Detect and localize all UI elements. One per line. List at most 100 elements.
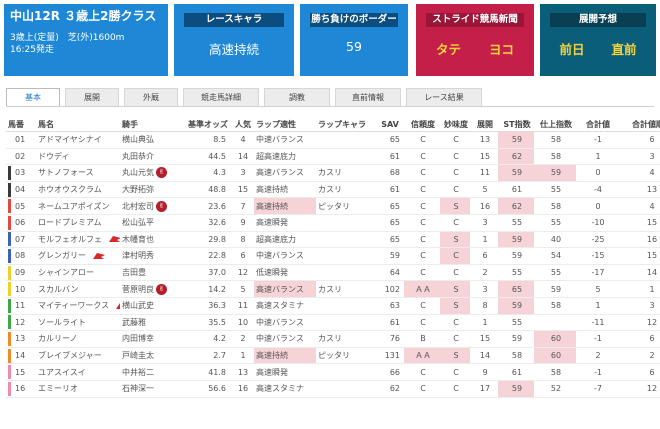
- forecast-previous-day-link[interactable]: 前日: [559, 39, 584, 58]
- horse-name-link[interactable]: マイティーワークス: [38, 301, 109, 310]
- table-row[interactable]: 07 モルフェオルフェ 木幡育也 29.8 8 超高速底力 65 C S 1 59 40 -25 16: [6, 231, 660, 249]
- table-row[interactable]: 06 ロードプレミアム 松山弘平 32.6 9 高速瞬発 65 C C 3 55 55 -10 15: [6, 214, 660, 232]
- col-header-number[interactable]: 馬番: [6, 118, 36, 132]
- col-header-value[interactable]: 妙味度: [440, 118, 470, 132]
- col-header-horse[interactable]: 馬名: [36, 118, 120, 132]
- tab-basic[interactable]: 基本: [6, 88, 60, 106]
- cell-fin: 40: [534, 231, 576, 249]
- col-header-jockey[interactable]: 騎手: [120, 118, 184, 132]
- col-header-total-rank[interactable]: 合計値順位: [618, 118, 660, 132]
- col-header-sav[interactable]: SAV: [374, 118, 404, 132]
- col-header-popularity[interactable]: 人気: [230, 118, 254, 132]
- cell-odds: 36.3: [184, 297, 230, 315]
- cell-sum: -15: [576, 247, 618, 265]
- horse-name-link[interactable]: ドウディ: [38, 152, 69, 161]
- cell-rank: 15: [618, 214, 660, 232]
- gate-color-marker: [8, 315, 15, 330]
- cell-name: アドマイヤシナイ: [36, 131, 120, 149]
- table-row[interactable]: 16 エミーリオ 石神深一 56.6 16 高速スタミナ 62 C C 17 59 52 -7 12: [6, 380, 660, 398]
- table-row[interactable]: 13 カルリーノ 内田博幸 4.2 2 中速バランス カスリ 76 B C 15 59 60 -1 6: [6, 330, 660, 348]
- table-row[interactable]: 02 ドウディ 丸田恭介 44.5 14 超高速底力 61 C C 15 62 58 1 3: [6, 148, 660, 166]
- cell-rank: 3: [618, 148, 660, 166]
- col-header-st-index[interactable]: ST指数: [498, 118, 534, 132]
- cell-dev: 15: [470, 330, 498, 348]
- table-row[interactable]: 12 ソールライト 武藤雅 35.5 10 中速バランス 61 C C 1 55 -11 12: [6, 314, 660, 332]
- tab-training[interactable]: 調教: [264, 88, 330, 106]
- stride-tate-link[interactable]: タテ: [436, 39, 461, 58]
- cell-name: モルフェオルフェ: [36, 231, 120, 249]
- table-row[interactable]: 04 ホウオウスクラム 大野拓弥 48.8 15 高速持続 カスリ 61 C C 5 61 55 -4 13: [6, 181, 660, 199]
- cell-trust: ＡＡ: [404, 280, 440, 298]
- cell-no: 08: [6, 247, 36, 265]
- jockey-name: 内田博幸: [122, 334, 154, 344]
- tab-outside-stable[interactable]: 外厩: [124, 88, 178, 106]
- cell-no: 02: [6, 148, 36, 166]
- cell-value: C: [440, 148, 470, 166]
- victory-hand-icon: ✌: [156, 283, 167, 295]
- cell-no: 16: [6, 380, 36, 398]
- table-row[interactable]: 01 アドマイヤシナイ 横山典弘 8.5 4 中速バランス 65 C C 13 59 58 -1 6: [6, 131, 660, 149]
- tab-horse-detail[interactable]: 競走馬詳細: [183, 88, 259, 106]
- horse-name-link[interactable]: サトノフォース: [38, 168, 94, 177]
- cell-dev: 5: [470, 181, 498, 199]
- col-header-development[interactable]: 展開: [470, 118, 498, 132]
- cell-dev: 3: [470, 214, 498, 232]
- stride-yoko-link[interactable]: ヨコ: [489, 39, 514, 58]
- horse-name-link[interactable]: エミーリオ: [38, 384, 78, 393]
- horse-name-link[interactable]: ユアスイスイ: [38, 368, 86, 377]
- horse-name-link[interactable]: モルフェオルフェ: [38, 235, 102, 244]
- cell-chara: ピッタリ: [316, 347, 374, 365]
- col-header-total[interactable]: 合計値: [576, 118, 618, 132]
- forecast-just-before-link[interactable]: 直前: [611, 39, 636, 58]
- horse-name-link[interactable]: ソールライト: [38, 318, 86, 327]
- horse-name-link[interactable]: スカルバン: [38, 285, 78, 294]
- horse-name-link[interactable]: ブレイブメジャー: [38, 351, 102, 360]
- table-row[interactable]: 09 シャインアロー 吉田豊 37.0 12 低速瞬発 64 C C 2 55 55 -17 14: [6, 264, 660, 282]
- table-row[interactable]: 08 グレンガリー 津村明秀 22.8 6 中速バランス 59 C C 6 59 54 -15 15: [6, 247, 660, 265]
- cell-fin: 52: [534, 380, 576, 398]
- cell-chara: ピッタリ: [316, 197, 374, 215]
- cell-name: サトノフォース: [36, 164, 120, 182]
- tab-latest-info[interactable]: 直前情報: [335, 88, 401, 106]
- gate-color-marker: [8, 149, 15, 164]
- table-row[interactable]: 03 サトノフォース 丸山元気 ✌ 4.3 3 高速バランス カスリ 68 C C 11 59 59 0 4: [6, 164, 660, 182]
- victory-hand-icon: ✌: [156, 167, 167, 179]
- table-row[interactable]: 05 ネームユアポイズン 北村宏司 ✌ 23.6 7 高速持続 ピッタリ 65 C S 16 62 58 0…: [6, 197, 660, 215]
- cell-no: 14: [6, 347, 36, 365]
- cell-trust: C: [404, 148, 440, 166]
- table-row[interactable]: 10 スカルバン 菅原明良 ✌ 14.2 5 高速バランス カスリ 102 ＡＡ S 3 65 59 5 1: [6, 280, 660, 298]
- cell-lap: 高速バランス: [254, 164, 316, 182]
- cell-name: ブレイブメジャー: [36, 347, 120, 365]
- col-header-odds[interactable]: 基準オッズ: [184, 118, 230, 132]
- cell-name: ホウオウスクラム: [36, 181, 120, 199]
- jockey-name: 菅原明良: [122, 284, 154, 294]
- tab-race-result[interactable]: レース結果: [406, 88, 482, 106]
- cell-fin: [534, 314, 576, 332]
- table-row[interactable]: 15 ユアスイスイ 中井裕二 41.8 13 高速瞬発 66 C C 9 61 58 -1 6: [6, 363, 660, 381]
- cell-rank: 3: [618, 297, 660, 315]
- cell-jockey: 丸山元気 ✌: [120, 164, 184, 182]
- col-header-finish-index[interactable]: 仕上指数: [534, 118, 576, 132]
- col-header-lap-aptitude[interactable]: ラップ適性: [254, 118, 316, 132]
- col-header-trust[interactable]: 信頼度: [404, 118, 440, 132]
- horse-name-link[interactable]: グレンガリー: [38, 251, 86, 260]
- cell-sum: 1: [576, 148, 618, 166]
- cell-pop: 11: [230, 297, 254, 315]
- horse-name-link[interactable]: シャインアロー: [38, 268, 94, 277]
- col-header-lap-chara[interactable]: ラップキャラ: [316, 118, 374, 132]
- cell-value: C: [440, 330, 470, 348]
- horse-name-link[interactable]: ロードプレミアム: [38, 218, 101, 227]
- cell-odds: 41.8: [184, 363, 230, 381]
- horse-name-link[interactable]: カルリーノ: [38, 334, 78, 343]
- horse-name-link[interactable]: アドマイヤシナイ: [38, 135, 102, 144]
- horse-name-link[interactable]: ホウオウスクラム: [38, 185, 102, 194]
- cell-pop: 8: [230, 231, 254, 249]
- table-row[interactable]: 14 ブレイブメジャー 戸崎圭太 2.7 1 高速持続 ピッタリ 131 ＡＡ S 14 58 60 2 2: [6, 347, 660, 365]
- horse-name-link[interactable]: ネームユアポイズン: [38, 202, 110, 211]
- cell-pop: 3: [230, 164, 254, 182]
- cell-value: S: [440, 280, 470, 298]
- cell-trust: C: [404, 380, 440, 398]
- tab-development[interactable]: 展開: [65, 88, 119, 106]
- table-row[interactable]: 11 マイティーワークス 横山武史 36.3 11 高速スタミナ 63 C S 8 59 58 1 3: [6, 297, 660, 315]
- cell-dev: 13: [470, 131, 498, 149]
